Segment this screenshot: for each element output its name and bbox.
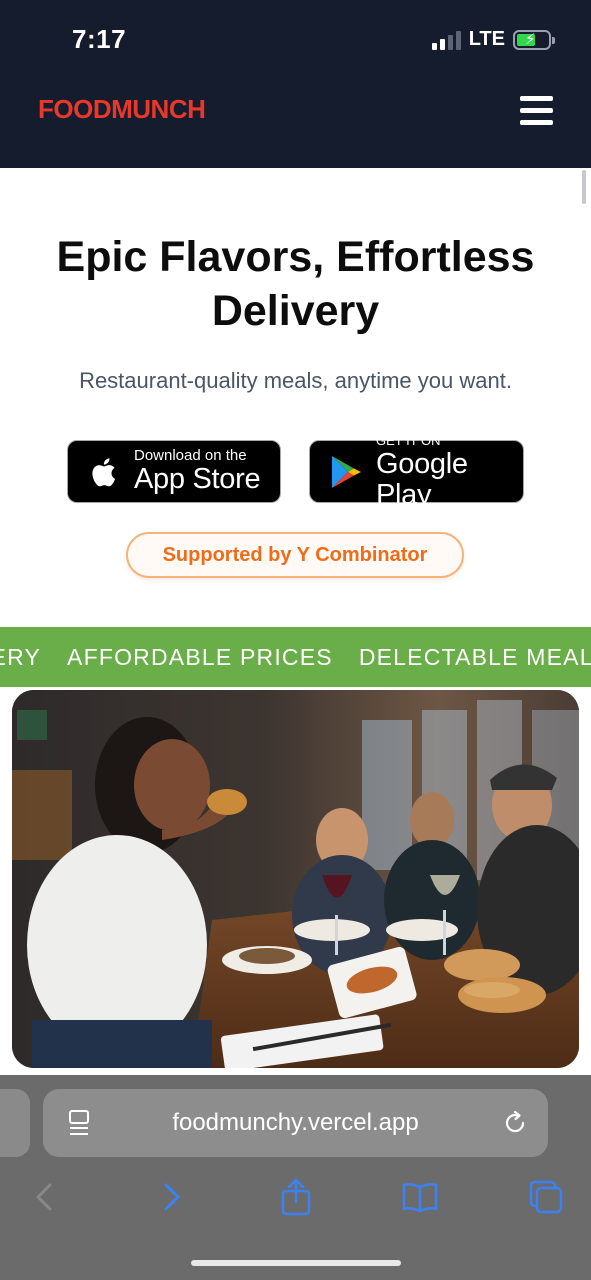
app-store-small-label: Download on the [134,447,247,464]
apple-icon [92,457,116,486]
app-store-big-label: App Store [134,463,261,495]
google-play-small-label: GET IT ON [376,432,441,448]
battery-icon: ⚡ [513,29,555,50]
browser-toolbar [0,1175,591,1219]
url-text: foodmunchy.vercel.app [172,1109,419,1136]
app-header: 7:17 LTE ⚡ FOODMUNCH [0,0,591,168]
marquee-track: VERY AFFORDABLE PRICES DELECTABLE MEALS [0,627,591,687]
address-bar[interactable]: foodmunchy.vercel.app [43,1089,548,1157]
back-icon[interactable] [22,1175,66,1219]
google-play-icon [332,455,361,488]
tabs-icon[interactable] [524,1175,568,1219]
restaurant-scene-image [12,690,579,1068]
status-indicators: LTE ⚡ [431,28,555,51]
y-combinator-badge[interactable]: Supported by Y Combinator [126,532,464,578]
restaurant-photo [12,690,579,1068]
home-indicator [191,1260,401,1266]
hero-subtitle: Restaurant-quality meals, anytime you wa… [79,368,512,393]
reload-icon[interactable] [501,1109,529,1137]
bookmarks-icon[interactable] [398,1175,442,1219]
google-play-button[interactable]: GET IT ON Google Play [309,433,524,510]
app-store-button[interactable]: Download on the App Store [67,440,281,503]
browser-chrome: foodmunchy.vercel.app [0,1075,591,1280]
marquee-item: DELECTABLE MEALS [358,643,591,670]
network-label: LTE [468,28,505,50]
status-time: 7:17 [72,24,127,54]
google-play-big-label: Google Play [376,447,468,511]
previous-tab-preview[interactable] [0,1089,30,1157]
share-icon[interactable] [274,1175,318,1219]
forward-icon[interactable] [150,1175,194,1219]
scroll-indicator [582,170,586,204]
hero-title: Epic Flavors, Effortless Delivery [56,233,535,335]
cellular-signal-icon [431,30,461,50]
feature-marquee: VERY AFFORDABLE PRICES DELECTABLE MEALS [0,627,591,687]
marquee-item: VERY [0,643,42,670]
marquee-item: AFFORDABLE PRICES [67,643,333,670]
hamburger-menu-icon[interactable] [520,96,553,126]
brand-logo[interactable]: FOODMUNCH [38,94,206,125]
